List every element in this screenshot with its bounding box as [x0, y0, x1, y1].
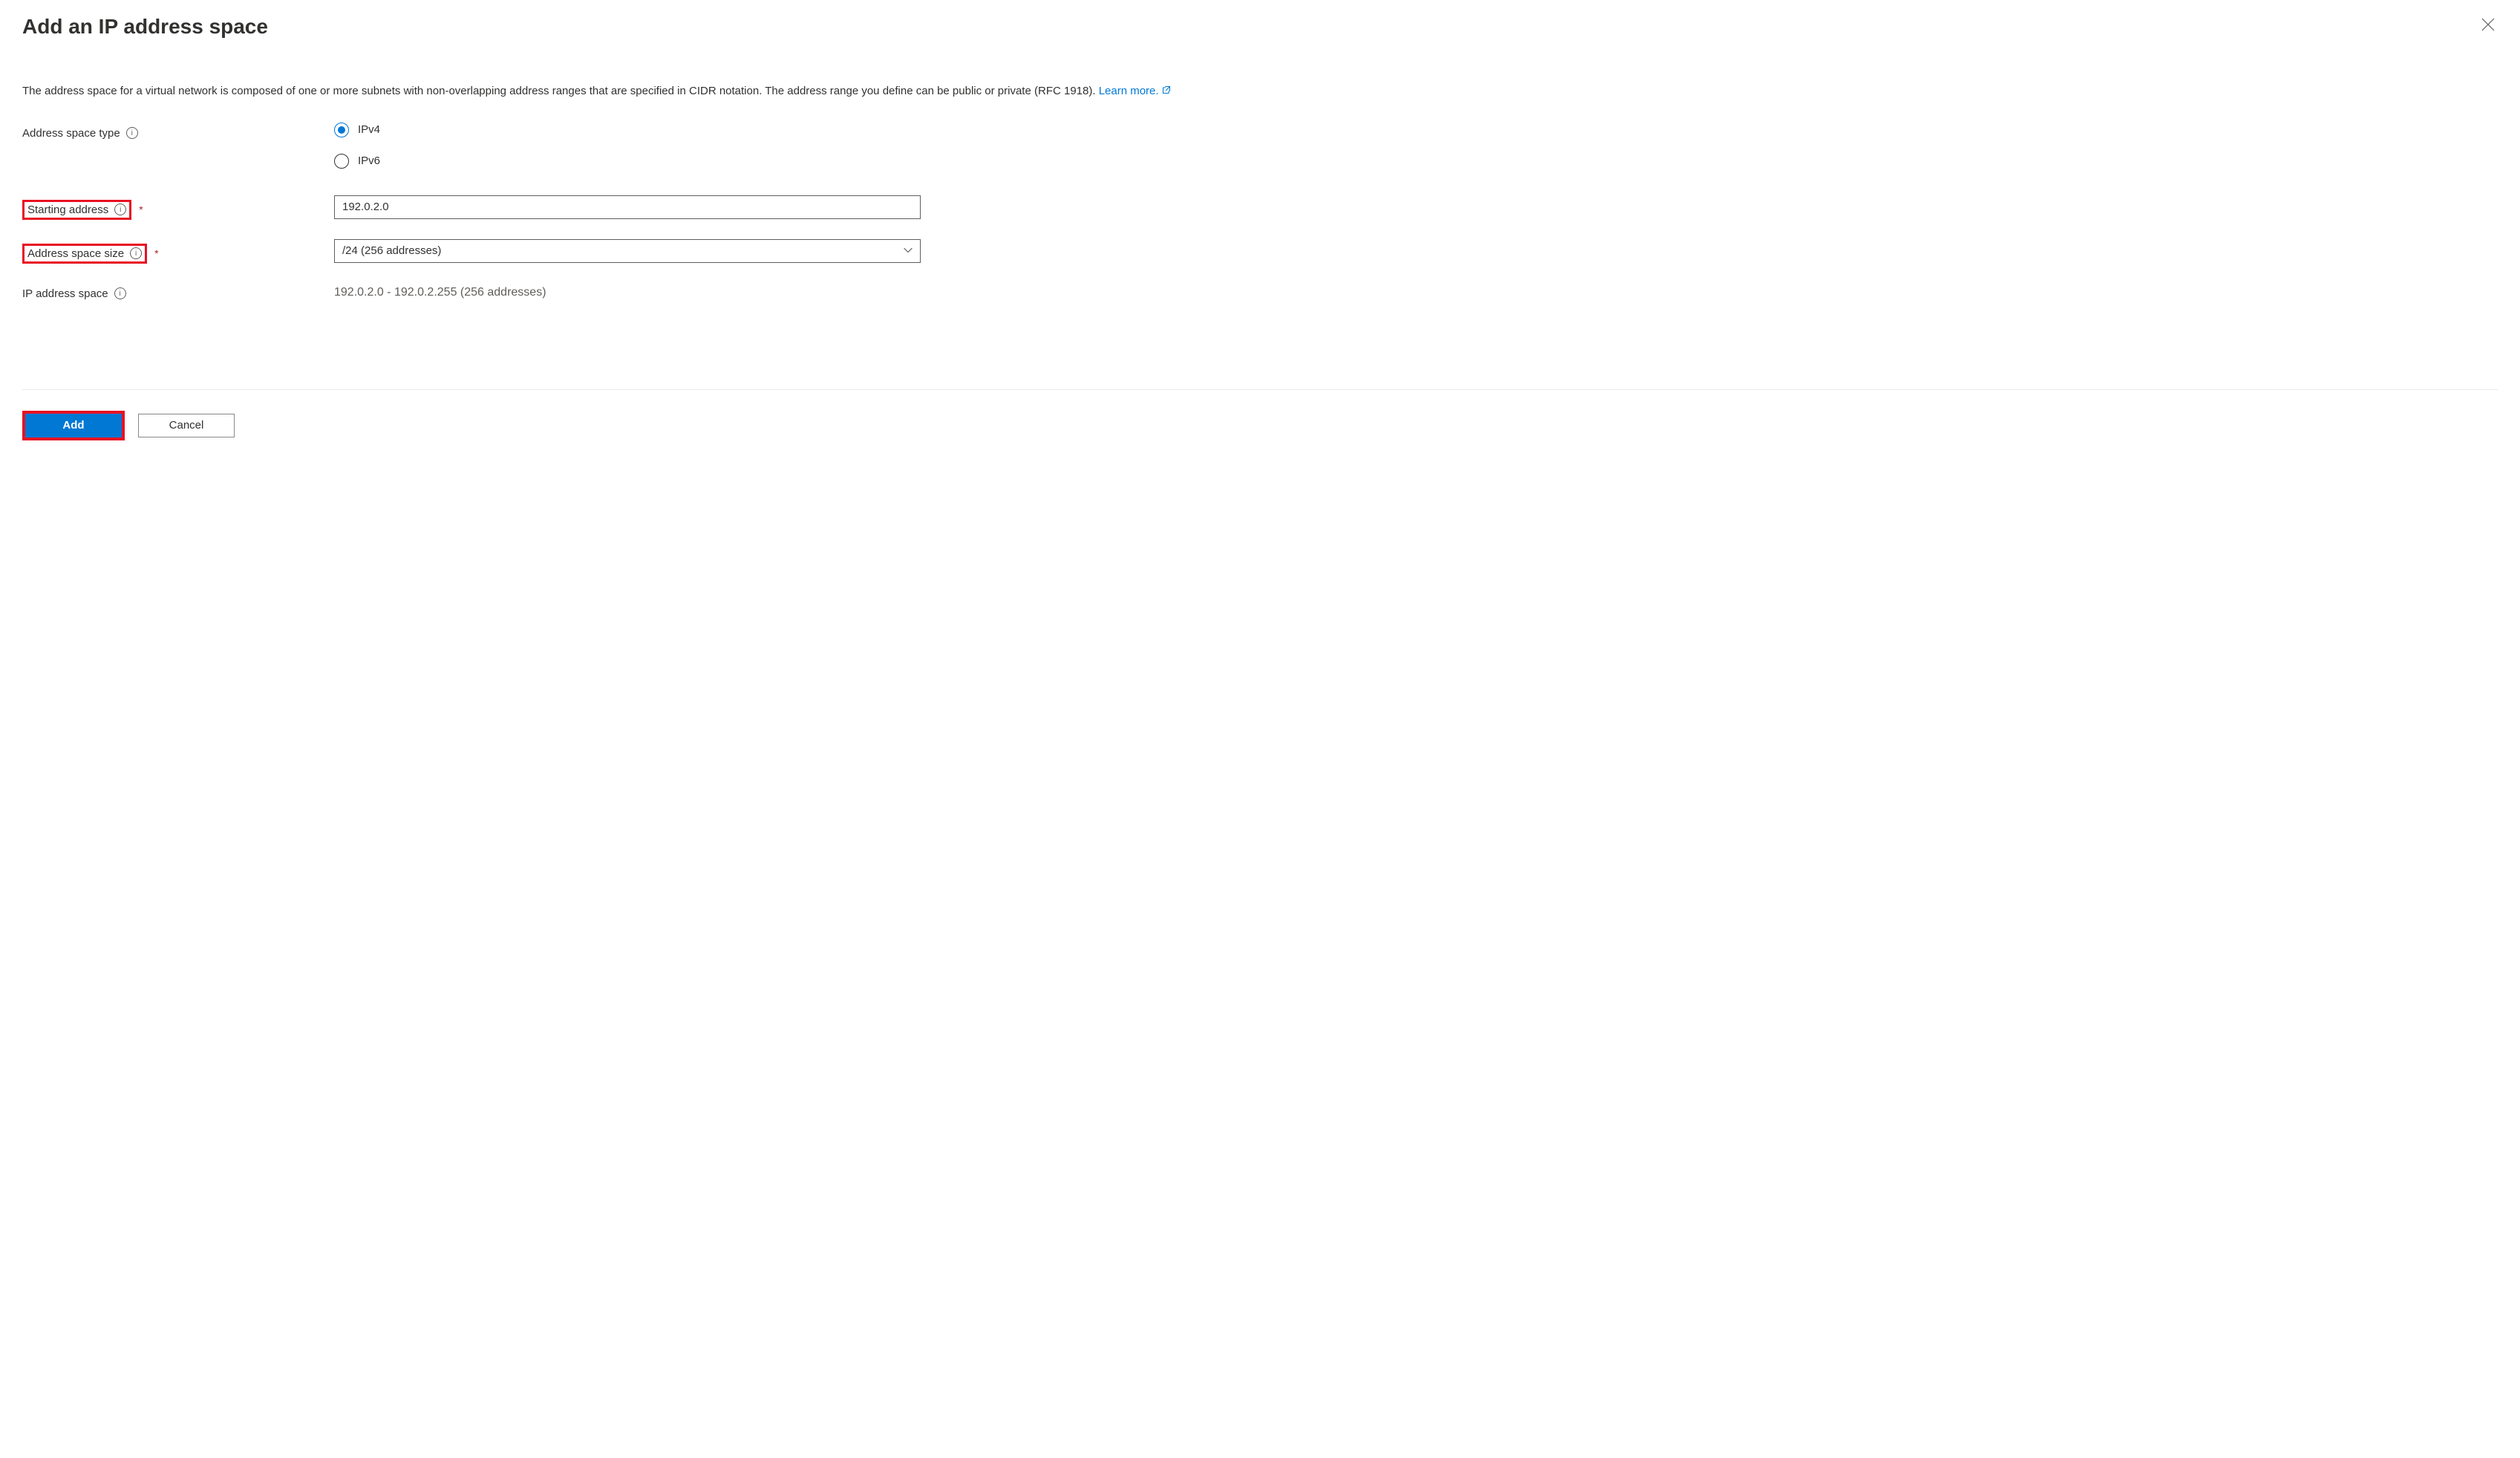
address-space-size-select[interactable]: /24 (256 addresses): [334, 239, 921, 263]
info-icon[interactable]: i: [126, 127, 138, 139]
address-space-type-radio-group: IPv4 IPv6: [334, 123, 921, 169]
radio-button-icon: [334, 123, 349, 137]
learn-more-link[interactable]: Learn more.: [1099, 85, 1171, 97]
cancel-button[interactable]: Cancel: [138, 414, 235, 437]
starting-address-label: Starting address: [27, 204, 108, 216]
ip-address-space-label: IP address space: [22, 287, 108, 300]
starting-address-input[interactable]: [334, 195, 921, 219]
radio-ipv4-label: IPv4: [358, 123, 380, 136]
panel-header: Add an IP address space: [22, 15, 2498, 39]
required-indicator: *: [154, 247, 158, 259]
panel-title: Add an IP address space: [22, 15, 268, 39]
info-icon[interactable]: i: [114, 204, 126, 215]
field-address-space-type: Address space type i IPv4 IPv6: [22, 123, 2498, 169]
address-space-type-label: Address space type: [22, 127, 120, 140]
required-indicator: *: [139, 204, 143, 215]
external-link-icon: [1162, 86, 1171, 97]
radio-button-icon: [334, 154, 349, 169]
close-icon[interactable]: [2478, 15, 2498, 37]
highlight-starting-address: Starting address i: [22, 200, 131, 220]
info-icon[interactable]: i: [114, 287, 126, 299]
description-text: The address space for a virtual network …: [22, 83, 2498, 100]
footer-separator: [22, 389, 2498, 390]
radio-ipv6-label: IPv6: [358, 154, 380, 167]
address-space-size-label: Address space size: [27, 247, 124, 260]
highlight-add-button: Add: [22, 411, 125, 440]
field-address-space-size: Address space size i * /24 (256 addresse…: [22, 239, 2498, 264]
highlight-address-space-size: Address space size i: [22, 244, 147, 264]
radio-ipv4[interactable]: IPv4: [334, 123, 921, 137]
info-icon[interactable]: i: [130, 247, 142, 259]
field-ip-address-space: IP address space i 192.0.2.0 - 192.0.2.2…: [22, 283, 2498, 300]
footer-actions: Add Cancel: [22, 411, 2498, 440]
radio-ipv6[interactable]: IPv6: [334, 154, 921, 169]
description-body: The address space for a virtual network …: [22, 85, 1099, 97]
add-button[interactable]: Add: [25, 414, 122, 437]
ip-address-space-value: 192.0.2.0 - 192.0.2.255 (256 addresses): [334, 283, 921, 299]
field-starting-address: Starting address i *: [22, 195, 2498, 220]
